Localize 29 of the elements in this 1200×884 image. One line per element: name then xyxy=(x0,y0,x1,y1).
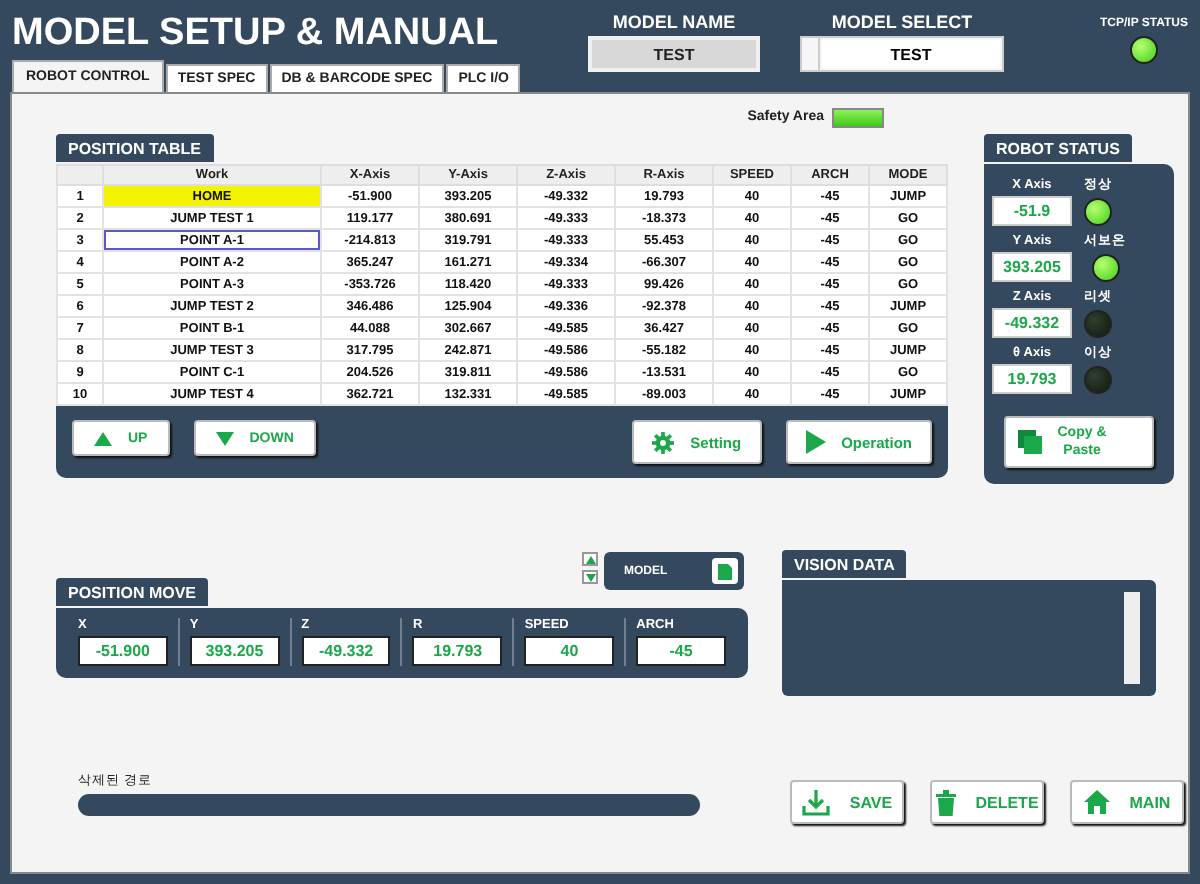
scrollbar[interactable] xyxy=(1124,592,1140,684)
up-triangle-icon xyxy=(94,431,112,445)
gear-icon xyxy=(652,431,675,453)
down-arrow-button[interactable] xyxy=(582,570,598,584)
axis-value: 19.793 xyxy=(992,364,1072,394)
play-icon xyxy=(805,430,826,454)
panel-title: POSITION MOVE xyxy=(56,578,209,606)
copy-icon xyxy=(1018,430,1042,454)
down-triangle-icon xyxy=(585,573,595,581)
axis-value: -49.332 xyxy=(992,308,1072,338)
download-icon xyxy=(801,789,830,815)
file-button[interactable] xyxy=(712,558,738,584)
axis-value: 393.205 xyxy=(992,252,1072,282)
model-select-label: MODEL SELECT xyxy=(831,12,973,32)
down-triangle-icon xyxy=(215,431,234,445)
model-name-field: TEST xyxy=(588,36,760,72)
up-triangle-icon xyxy=(585,555,595,563)
model-name-label: MODEL NAME xyxy=(612,12,736,32)
home-icon xyxy=(1083,790,1110,814)
panel-title: ROBOT STATUS xyxy=(984,134,1132,162)
model-select-field[interactable]: TEST xyxy=(800,36,1004,72)
up-arrow-button[interactable] xyxy=(582,552,598,566)
path-field[interactable] xyxy=(78,794,700,816)
app-title: MODEL SETUP & MANUAL xyxy=(12,10,501,56)
panel-title: POSITION TABLE xyxy=(56,134,214,162)
file-icon xyxy=(718,563,732,579)
axis-value: -51.9 xyxy=(992,196,1072,226)
panel-title: VISION DATA xyxy=(782,550,907,578)
trash-icon xyxy=(935,789,956,815)
